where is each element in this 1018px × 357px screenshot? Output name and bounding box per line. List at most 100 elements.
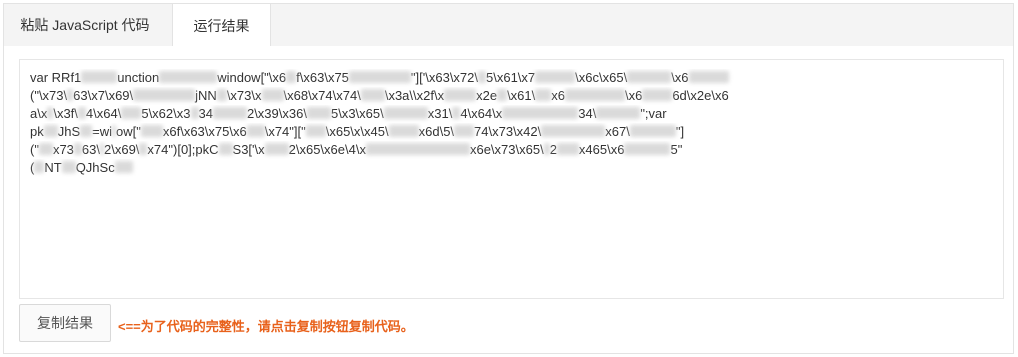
redacted-text [478,71,486,83]
code-text: 34\ [578,106,597,121]
code-text: 34 [198,106,213,121]
code-text: ";var [640,106,667,121]
redacted-text [535,71,576,83]
code-text: \x6 [671,70,689,85]
redacted-text [286,71,297,83]
redacted-text [564,89,625,101]
redacted-text [360,89,385,101]
redacted-text [140,125,163,137]
code-text: ("\x73\ [30,88,68,103]
code-text: \x73\x [226,88,262,103]
redacted-text [47,107,54,119]
code-text: 2\x65\x6e\ [288,142,349,157]
redacted-text [73,143,82,155]
code-text: window["\x6 [217,70,287,85]
redacted-text [444,89,477,101]
code-text: 63\ [81,142,100,157]
code-line: (" x73 63\ 2\x69\ x74")[0];pkC S3['\x 2\x65\x6… [30,141,993,159]
redacted-text [264,143,289,155]
redacted-text [627,71,672,83]
code-output[interactable]: var RRf1 unction window["\x6 f\x63\x75 "]['\… [19,59,1004,299]
tab-bar: 粘贴 JavaScript 代码 运行结果 [3,3,1014,49]
redacted-text [246,125,265,137]
code-text: x6d\ [418,124,444,139]
code-text: var RRf1 [30,70,82,85]
redacted-text [556,143,579,155]
redacted-text [305,125,326,137]
redacted-text [77,107,86,119]
redacted-text [216,89,227,101]
code-text: 2\x39\x36\ [246,106,307,121]
redacted-text [383,107,428,119]
redacted-text [67,89,74,101]
code-text: \x2f\x [413,88,445,103]
redacted-text [629,125,676,137]
code-text: 4\x64\ [85,106,122,121]
code-line: pk JhS =wi ow[" x6f\x63\x75\x6 \x74"][" \x65\x… [30,123,993,141]
redacted-text [114,161,133,173]
redacted-text [543,143,550,155]
redacted-text [454,125,475,137]
code-text: x67\ [605,124,630,139]
redacted-text [624,143,671,155]
tab-run-result[interactable]: 运行结果 [172,3,271,49]
redacted-text [159,71,218,83]
code-text: NT [44,160,62,175]
code-line: ("\x73\ 63\x7\x69\ jNN \x73\x \x68\x74\x74\ \… [30,87,993,105]
code-text: \x45\ [360,124,389,139]
code-line: var RRf1 unction window["\x6 f\x63\x75 "]['\… [30,69,993,87]
redacted-text [212,107,247,119]
redacted-text [43,125,58,137]
code-text: \x74"][" [264,124,306,139]
code-text: \x6c\x65\ [575,70,628,85]
redacted-text [121,107,142,119]
redacted-text [306,107,331,119]
code-text: x4 [578,142,593,157]
code-text: x31\ [427,106,453,121]
code-text: 3['\x [241,142,265,157]
redacted-text [596,107,641,119]
redacted-text [348,71,411,83]
result-panel: var RRf1 unction window["\x6 f\x63\x75 "]['\… [3,46,1014,354]
code-text: ow[" [116,124,141,139]
redacted-text [541,125,606,137]
code-text: 3\x65\ [348,106,384,121]
code-text: \x3a\ [384,88,414,103]
code-text: a\x [30,106,48,121]
code-text: unction [117,70,160,85]
redacted-text [261,89,284,101]
code-text: 74\x73\x42\ [474,124,542,139]
code-text: 5\x [330,106,349,121]
code-text: 5" [670,142,683,157]
redacted-text [112,125,117,137]
redacted-text [38,143,53,155]
code-text: x6e\x73\x65\ [469,142,544,157]
code-text: x2e [476,88,498,103]
redacted-text [139,143,148,155]
tab-paste-javascript[interactable]: 粘贴 JavaScript 代码 [9,3,161,48]
copy-result-button[interactable]: 复制结果 [19,304,111,342]
redacted-text [688,71,729,83]
code-text: \x69\ [104,88,134,103]
code-line: a\x \x3f\ 4\x64\ 5\x62\x3 34 2\x39\x36\ 5\x3\x… [30,105,993,123]
redacted-text [80,125,93,137]
code-text: 2 [549,142,557,157]
code-text: \x61\ [507,88,536,103]
code-text: pk [30,124,44,139]
code-text: f\x63\x75 [296,70,349,85]
redacted-text [100,143,104,155]
code-text: \x6 [624,88,643,103]
redacted-text [81,71,118,83]
code-text: x6 [551,88,565,103]
redacted-text [218,143,233,155]
redacted-text [133,89,196,101]
redacted-text [452,107,461,119]
code-text: x6f\x63\x75\x6 [162,124,247,139]
code-text: 6d\x2e\x6 [672,88,729,103]
code-text: \x65\x [325,124,361,139]
redacted-text [535,89,552,101]
redacted-text [34,161,45,173]
code-text: QJhSc [75,160,115,175]
redacted-text [497,89,508,101]
redacted-text [642,89,673,101]
